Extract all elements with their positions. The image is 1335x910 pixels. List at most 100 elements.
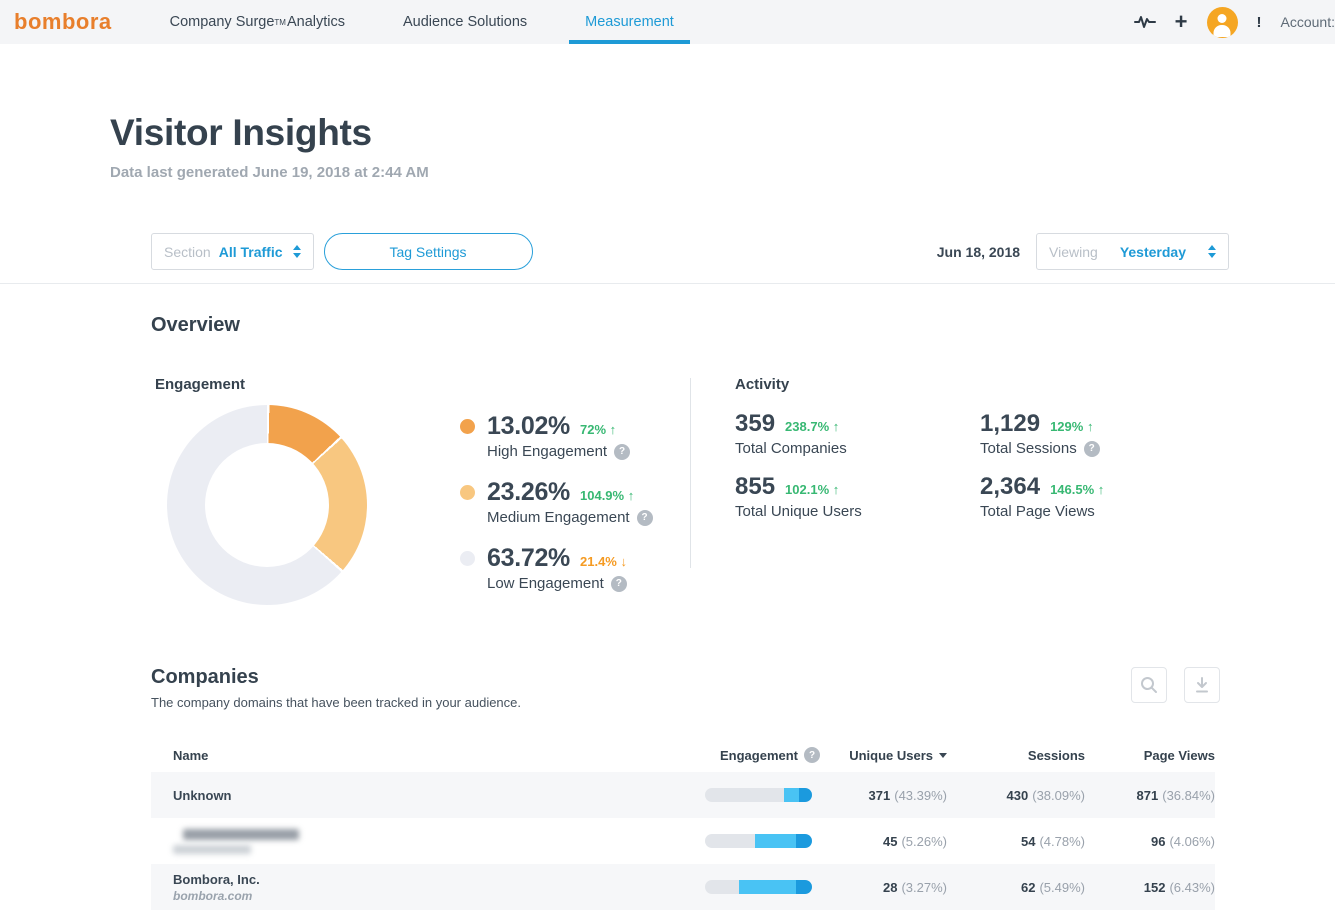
activity-stats: 359 238.7% ↑ Total Companies 1,129 129% …: [735, 410, 1235, 520]
total-page-views-value: 2,364: [980, 473, 1040, 501]
nav-item-label: Audience Solutions: [403, 14, 527, 30]
vertical-divider: [690, 378, 691, 568]
companies-subheading: The company domains that have been track…: [151, 695, 521, 710]
section-select-label: Section: [164, 244, 211, 260]
low-engagement-dot: [460, 551, 475, 566]
avatar-head-shape: [1218, 14, 1227, 23]
legend-item-low-engagement: 63.72% 21.4% ↓ Low Engagement ?: [460, 544, 653, 592]
page-views-value: 871: [1137, 788, 1159, 803]
activity-heading: Activity: [735, 376, 789, 393]
help-icon[interactable]: ?: [637, 510, 653, 526]
activity-pulse-icon[interactable]: [1134, 14, 1156, 30]
engagement-bar: [705, 834, 812, 848]
download-button[interactable]: [1184, 667, 1220, 703]
low-engagement-change: 21.4% ↓: [580, 554, 627, 569]
legend-item-medium-engagement: 23.26% 104.9% ↑ Medium Engagement ?: [460, 478, 653, 526]
unique-users-value: 28: [883, 880, 897, 895]
arrow-up-icon: ↑: [1098, 482, 1105, 497]
engagement-donut[interactable]: [167, 405, 367, 605]
stat-total-unique-users: 855 102.1% ↑ Total Unique Users: [735, 473, 980, 520]
viewing-select[interactable]: Viewing Yesterday: [1036, 233, 1229, 270]
total-sessions-change: 129% ↑: [1050, 419, 1093, 434]
nav-item-measurement[interactable]: Measurement: [585, 0, 674, 44]
medium-engagement-dot: [460, 485, 475, 500]
nav-item-company-surge[interactable]: Company SurgeTM Analytics: [170, 0, 345, 44]
top-nav: bombora Company SurgeTM Analytics Audien…: [0, 0, 1335, 44]
engagement-legend: 13.02% 72% ↑ High Engagement ? 23.26% 10…: [460, 412, 653, 610]
companies-heading: Companies: [151, 666, 259, 689]
account-label[interactable]: Account:: [1281, 14, 1335, 30]
arrow-up-icon: ↑: [833, 482, 840, 497]
column-header-engagement[interactable]: Engagement ?: [705, 747, 835, 763]
unique-users-value: 371: [869, 788, 891, 803]
help-icon[interactable]: ?: [1084, 441, 1100, 457]
sessions-pct: (38.09%): [1032, 788, 1085, 803]
column-header-unique-users[interactable]: Unique Users: [835, 748, 947, 763]
section-select-value: All Traffic: [219, 244, 283, 260]
search-icon: [1139, 675, 1159, 695]
user-avatar[interactable]: [1207, 7, 1238, 38]
arrow-up-icon: ↑: [1087, 419, 1094, 434]
alert-icon[interactable]: !: [1257, 14, 1262, 31]
medium-engagement-value: 23.26%: [487, 478, 570, 507]
help-icon[interactable]: ?: [614, 444, 630, 460]
low-engagement-value: 63.72%: [487, 544, 570, 573]
tag-settings-button[interactable]: Tag Settings: [324, 233, 533, 270]
nav-item-label: Measurement: [585, 14, 674, 30]
unique-users-value: 45: [883, 834, 897, 849]
stat-total-companies: 359 238.7% ↑ Total Companies: [735, 410, 980, 457]
page-header: Visitor Insights Data last generated Jun…: [110, 112, 429, 181]
bombora-logo[interactable]: bombora: [14, 9, 112, 35]
nav-right-group: + ! Account:: [1134, 7, 1335, 38]
column-header-name[interactable]: Name: [151, 748, 705, 763]
medium-engagement-change: 104.9% ↑: [580, 488, 634, 503]
sessions-value: 430: [1007, 788, 1029, 803]
arrow-up-icon: ↑: [610, 422, 617, 437]
unique-users-pct: (5.26%): [901, 834, 947, 849]
high-engagement-change: 72% ↑: [580, 422, 616, 437]
table-header-row: Name Engagement ? Unique Users Sessions …: [151, 738, 1215, 772]
active-tab-underline: [569, 40, 690, 44]
download-icon: [1193, 676, 1211, 694]
total-companies-change: 238.7% ↑: [785, 419, 839, 434]
help-icon[interactable]: ?: [804, 747, 820, 763]
viewing-select-label: Viewing: [1049, 244, 1098, 260]
high-engagement-label: High Engagement: [487, 443, 607, 460]
stat-total-page-views: 2,364 146.5% ↑ Total Page Views: [980, 473, 1225, 520]
overview-heading: Overview: [151, 314, 240, 337]
table-row: 45(5.26%) 54(4.78%) 96(4.06%): [151, 818, 1215, 864]
nav-item-audience-solutions[interactable]: Audience Solutions: [403, 0, 527, 44]
page-views-pct: (6.43%): [1169, 880, 1215, 895]
section-select[interactable]: Section All Traffic: [151, 233, 314, 270]
trademark-superscript: TM: [274, 18, 286, 27]
unique-users-pct: (43.39%): [894, 788, 947, 803]
total-companies-value: 359: [735, 410, 775, 438]
sessions-pct: (4.78%): [1039, 834, 1085, 849]
company-domain[interactable]: bombora.com: [173, 889, 705, 903]
column-header-page-views[interactable]: Page Views: [1085, 748, 1215, 763]
add-icon[interactable]: +: [1175, 11, 1188, 33]
avatar-body-shape: [1214, 25, 1231, 37]
current-date: Jun 18, 2018: [937, 244, 1020, 260]
unique-users-pct: (3.27%): [901, 880, 947, 895]
total-unique-users-change: 102.1% ↑: [785, 482, 839, 497]
filter-row: Section All Traffic Tag Settings Jun 18,…: [151, 233, 1229, 270]
total-companies-label: Total Companies: [735, 440, 847, 457]
arrow-up-icon: ↑: [628, 488, 635, 503]
nav-item-label-suffix: Analytics: [287, 14, 345, 30]
total-page-views-change: 146.5% ↑: [1050, 482, 1104, 497]
arrow-down-icon: ↓: [621, 554, 628, 569]
high-engagement-value: 13.02%: [487, 412, 570, 441]
engagement-bar: [705, 880, 812, 894]
search-button[interactable]: [1131, 667, 1167, 703]
last-generated-timestamp: Data last generated June 19, 2018 at 2:4…: [110, 164, 429, 181]
table-row: Bombora, Inc. bombora.com 28(3.27%) 62(5…: [151, 864, 1215, 910]
low-engagement-label: Low Engagement: [487, 575, 604, 592]
medium-engagement-label: Medium Engagement: [487, 509, 630, 526]
sessions-value: 62: [1021, 880, 1035, 895]
page-views-value: 152: [1144, 880, 1166, 895]
filter-right-group: Jun 18, 2018 Viewing Yesterday: [937, 233, 1229, 270]
column-header-sessions[interactable]: Sessions: [947, 748, 1085, 763]
company-name: Bombora, Inc.: [173, 872, 705, 887]
help-icon[interactable]: ?: [611, 576, 627, 592]
